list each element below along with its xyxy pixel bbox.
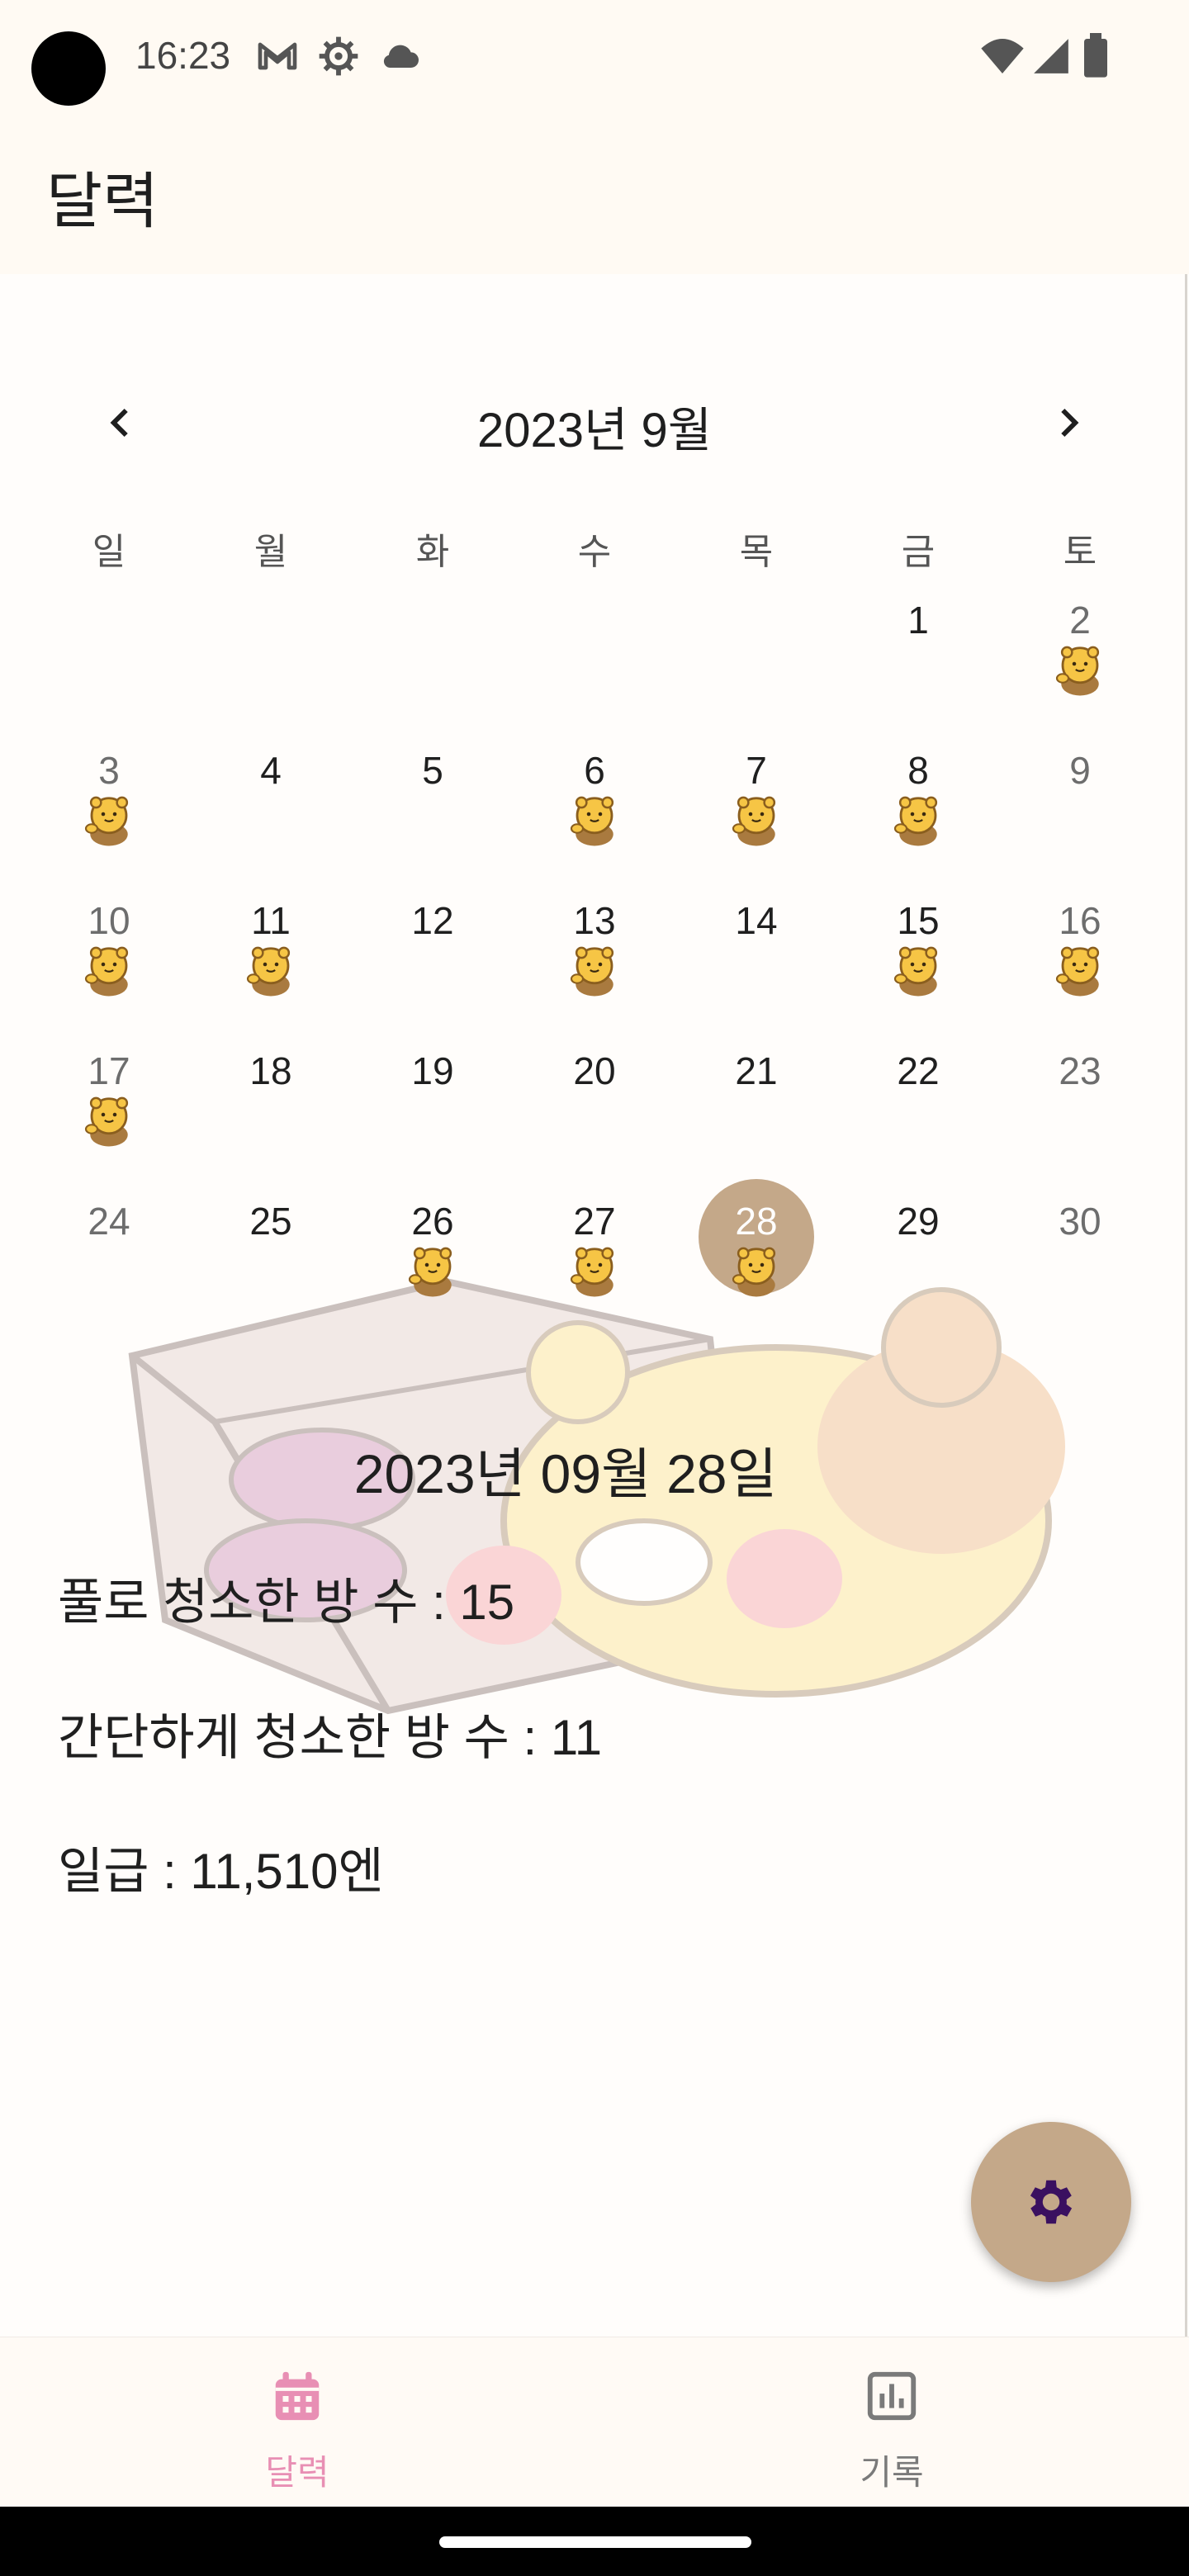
- weekday-label: 월: [253, 531, 288, 573]
- calendar-day-9[interactable]: 9: [999, 748, 1161, 793]
- calendar-day-26[interactable]: 26: [352, 1199, 514, 1243]
- wifi-icon: [979, 33, 1026, 83]
- bear-character-icon: [1051, 641, 1109, 698]
- calendar-day-15[interactable]: 15: [837, 898, 999, 943]
- calendar-day-18[interactable]: 18: [190, 1049, 352, 1093]
- calendar-day-7[interactable]: 7: [675, 748, 837, 793]
- calendar-day-8[interactable]: 8: [837, 748, 999, 793]
- calendar-day-12[interactable]: 12: [352, 898, 514, 943]
- weekday-header: 일 월 화 수 목 금 토: [28, 522, 1161, 575]
- camera-cutout: [31, 31, 106, 106]
- calendar-day-11[interactable]: 11: [190, 898, 352, 943]
- calendar-day-21[interactable]: 21: [675, 1049, 837, 1093]
- calendar-day-23[interactable]: 23: [999, 1049, 1161, 1093]
- quick-clean-count: 간단하게 청소한 방 수 : 11: [58, 1710, 603, 1765]
- weekday-label: 화: [415, 531, 450, 573]
- settings-gear-icon: [1030, 2180, 1073, 2224]
- gmail-icon: [254, 33, 301, 83]
- cloud-icon: [378, 33, 424, 83]
- bear-character-icon: [242, 941, 300, 999]
- chevron-right-icon: [1061, 408, 1079, 438]
- calendar-day-10[interactable]: 10: [28, 898, 190, 943]
- bear-character-icon: [889, 941, 947, 999]
- bear-character-icon: [80, 1091, 138, 1149]
- status-bar: 16:23: [0, 0, 1189, 112]
- nav-label-calendar: 달력: [265, 2452, 329, 2493]
- full-clean-count: 풀로 청소한 방 수 : 15: [58, 1574, 515, 1630]
- calendar-day-1[interactable]: 1: [837, 598, 999, 642]
- weekday-label: 일: [92, 531, 126, 573]
- battery-icon: [1082, 33, 1110, 83]
- calendar-day-28[interactable]: 28: [675, 1199, 837, 1243]
- bar-chart-icon: [867, 2371, 917, 2421]
- calendar-day-30[interactable]: 30: [999, 1199, 1161, 1243]
- calendar-day-20[interactable]: 20: [514, 1049, 675, 1093]
- nav-label-records: 기록: [860, 2452, 924, 2493]
- scrollbar[interactable]: [1185, 274, 1187, 2337]
- calendar-day-4[interactable]: 4: [190, 748, 352, 793]
- calendar-day-14[interactable]: 14: [675, 898, 837, 943]
- bear-character-icon: [566, 1242, 623, 1300]
- calendar-day-25[interactable]: 25: [190, 1199, 352, 1243]
- signal-icon: [1030, 33, 1072, 83]
- calendar-day-29[interactable]: 29: [837, 1199, 999, 1243]
- calendar-icon: [275, 2371, 320, 2421]
- bear-character-icon: [566, 791, 623, 849]
- calendar-day-17[interactable]: 17: [28, 1049, 190, 1093]
- calendar-day-19[interactable]: 19: [352, 1049, 514, 1093]
- calendar-day-27[interactable]: 27: [514, 1199, 675, 1243]
- calendar-day-24[interactable]: 24: [28, 1199, 190, 1243]
- selected-date-title: 2023년 09월 28일: [353, 1443, 778, 1504]
- calendar-day-5[interactable]: 5: [352, 748, 514, 793]
- calendar-day-6[interactable]: 6: [514, 748, 675, 793]
- nav-item-records[interactable]: 기록: [594, 2337, 1189, 2507]
- month-title: 2023년 9월: [476, 404, 713, 457]
- bear-character-icon: [727, 1242, 785, 1300]
- bear-character-icon: [80, 791, 138, 849]
- weekday-label: 토: [1063, 531, 1097, 573]
- gesture-navigation-area: [0, 2507, 1189, 2576]
- home-gesture-handle[interactable]: [439, 2536, 751, 2548]
- bear-character-icon: [80, 941, 138, 999]
- settings-gear-icon: [315, 33, 362, 83]
- bottom-navigation: 달력 기록: [0, 2337, 1189, 2507]
- bear-character-icon: [404, 1242, 462, 1300]
- calendar-day-16[interactable]: 16: [999, 898, 1161, 943]
- bear-character-icon: [1051, 941, 1109, 999]
- calendar-day-3[interactable]: 3: [28, 748, 190, 793]
- calendar-day-22[interactable]: 22: [837, 1049, 999, 1093]
- next-month-button[interactable]: [1035, 390, 1101, 456]
- bear-character-icon: [727, 791, 785, 849]
- weekday-label: 목: [739, 531, 774, 573]
- status-time: 16:23: [135, 34, 231, 77]
- calendar-content[interactable]: 2023년 9월 일 월 화 수 목 금 토 1 2 3 4 5 6 7 8 9 10 11 12 13…: [0, 274, 1189, 2337]
- calendar-day-2[interactable]: 2: [999, 598, 1161, 642]
- nav-item-calendar[interactable]: 달력: [0, 2337, 594, 2507]
- calendar-day-13[interactable]: 13: [514, 898, 675, 943]
- daily-pay: 일급 : 11,510엔: [58, 1844, 384, 1899]
- page-title: 달력: [46, 167, 159, 235]
- bear-character-icon: [566, 941, 623, 999]
- weekday-label: 수: [577, 531, 612, 573]
- settings-fab-button[interactable]: [971, 2122, 1131, 2282]
- app-bar: 달력: [0, 112, 1189, 274]
- weekday-label: 금: [901, 531, 936, 573]
- bear-character-icon: [889, 791, 947, 849]
